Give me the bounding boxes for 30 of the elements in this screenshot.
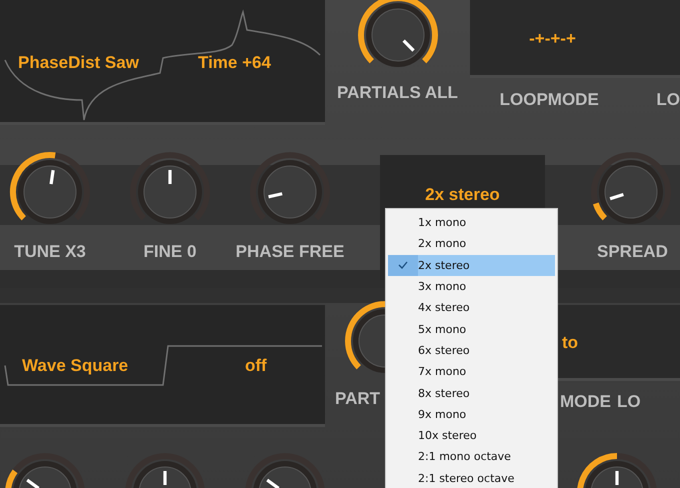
knob-label: PHASE FREE — [236, 242, 344, 262]
loop-pattern: -+-+-+ — [528, 29, 577, 49]
menu-item[interactable]: 3x mono — [388, 276, 555, 298]
menu-item[interactable]: 2:1 stereo octave — [388, 468, 555, 488]
wave-display[interactable]: PhaseDist Saw Time +64 — [0, 0, 325, 125]
unison-value: 2x stereo — [425, 185, 500, 205]
wave-display[interactable]: Wave Square off — [0, 305, 325, 427]
loop-display[interactable]: -+-+-+ — [470, 0, 680, 78]
menu-item[interactable]: 2:1 mono octave — [388, 446, 555, 468]
checkmark-icon — [398, 261, 408, 270]
wave-name: PhaseDist Saw — [18, 52, 140, 72]
wave-parameter: off — [245, 356, 267, 376]
loop-pattern: to — [561, 333, 578, 353]
wave-parameter: Time +64 — [198, 52, 271, 72]
menu-item[interactable]: 9x mono — [388, 404, 555, 425]
menu-item[interactable]: 1x mono — [388, 212, 555, 234]
loopmode-label: LOOPMODE — [498, 90, 600, 110]
loopmode-label: MODE — [559, 392, 611, 412]
knob-label: LO — [656, 90, 680, 110]
menu-item[interactable]: 2x mono — [388, 233, 555, 255]
knob-label: TUNE X3 — [14, 242, 86, 262]
knob-label: PART — [335, 389, 380, 409]
knob-label: PARTIALS ALL — [337, 83, 458, 103]
knob-label: SPREAD — [597, 242, 668, 262]
menu-item[interactable]: 2x stereo — [388, 254, 555, 276]
menu-item[interactable]: 10x stereo — [388, 424, 555, 446]
menu-item[interactable]: 8x stereo — [388, 382, 555, 404]
knob-label: LO — [617, 392, 641, 412]
knob-label: FINE 0 — [144, 242, 196, 262]
wave-name: Wave Square — [22, 356, 130, 376]
